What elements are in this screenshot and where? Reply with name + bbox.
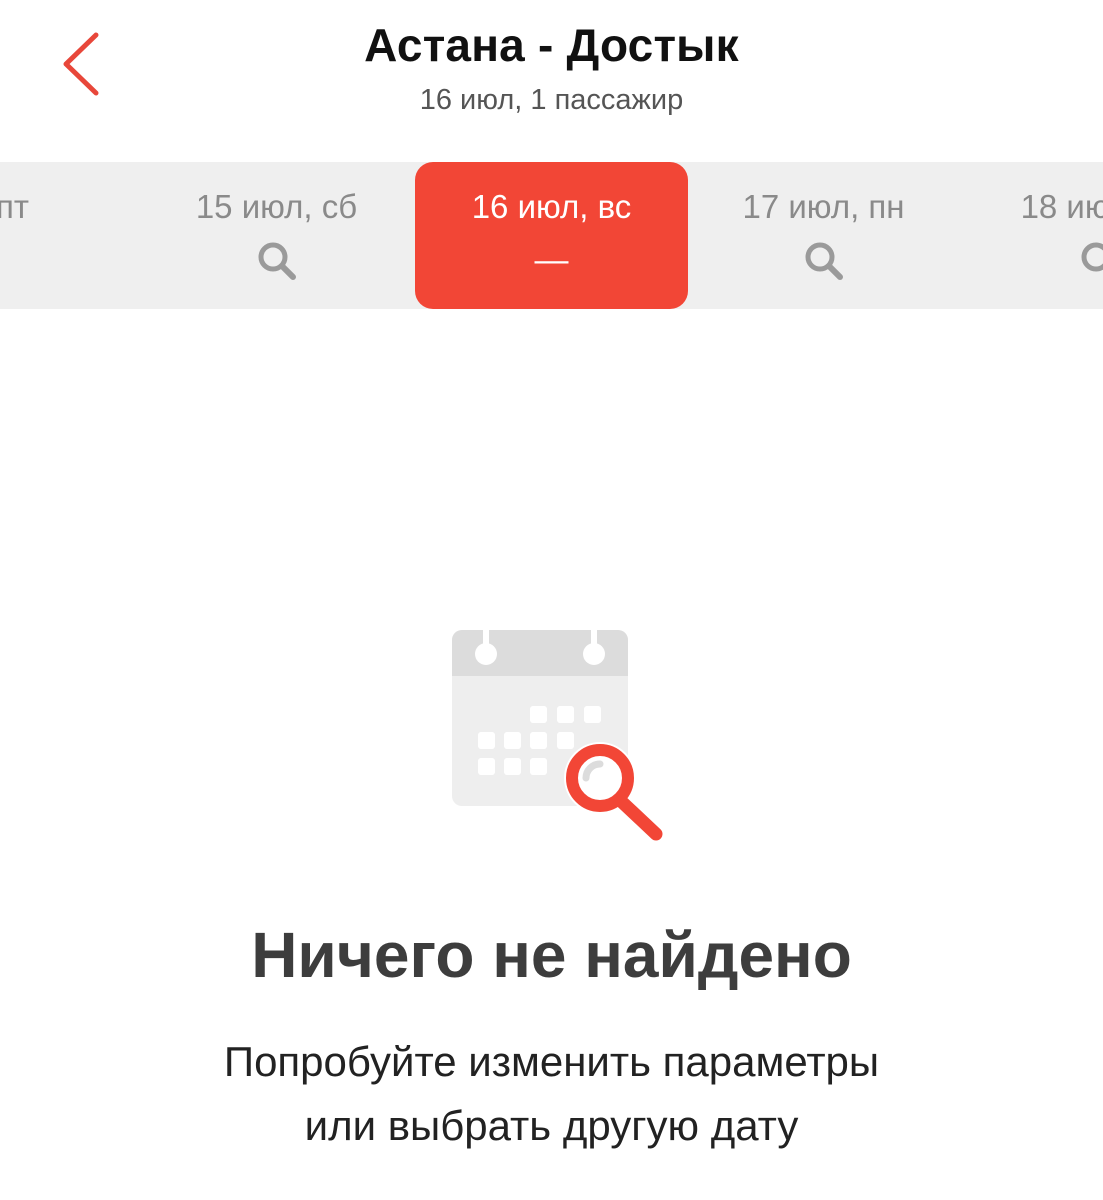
search-icon — [805, 242, 843, 280]
empty-state-message: Попробуйте изменить параметры или выбрат… — [0, 1030, 1103, 1158]
date-label: 18 июл, вт — [1020, 188, 1103, 225]
app-screen: Астана - Достык 16 июл, 1 пассажир 14 ию… — [0, 0, 1103, 1200]
calendar-search-icon — [452, 620, 663, 841]
date-item-14-jul[interactable]: 14 июл, пт — [0, 162, 86, 309]
empty-state-message-line: или выбрать другую дату — [304, 1102, 799, 1149]
empty-state-message-line: Попробуйте изменить параметры — [223, 1038, 880, 1085]
date-label: 15 июл, сб — [195, 188, 358, 225]
date-item-15-jul[interactable]: 15 июл, сб — [140, 162, 413, 309]
empty-state-title: Ничего не найдено — [251, 919, 852, 991]
header: Астана - Достык 16 июл, 1 пассажир — [0, 0, 1103, 162]
date-label: 17 июл, пн — [742, 188, 905, 225]
search-icon — [1081, 242, 1103, 272]
date-item-18-jul[interactable]: 18 июл, вт — [963, 162, 1103, 309]
trip-details: 16 июл, 1 пассажир — [419, 84, 684, 116]
date-label: 14 июл, пт — [0, 188, 29, 225]
search-icon — [258, 242, 296, 280]
date-strip[interactable]: 14 июл, пт 15 июл, сб 16 июл, вс — 17 ию… — [0, 162, 1103, 309]
route-title: Астана - Достык — [364, 19, 739, 71]
date-label: 16 июл, вс — [471, 188, 632, 225]
date-item-17-jul[interactable]: 17 июл, пн — [687, 162, 960, 309]
date-item-16-jul-selected[interactable]: 16 июл, вс — — [415, 162, 688, 309]
no-price-dash: — — [534, 241, 569, 279]
